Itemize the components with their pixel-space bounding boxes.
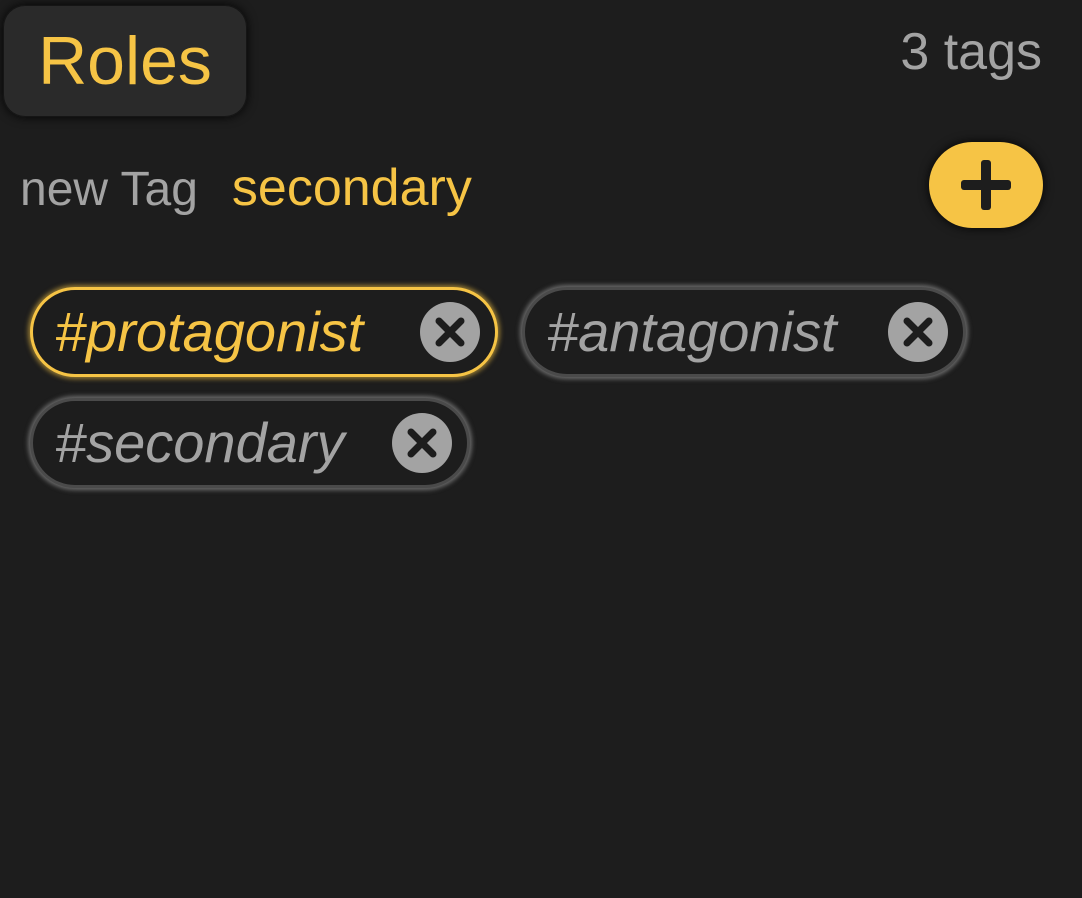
close-circle-icon[interactable] — [392, 413, 452, 473]
page-title: Roles — [38, 23, 212, 99]
plus-icon — [961, 160, 1011, 210]
new-tag-input[interactable] — [231, 158, 832, 218]
tag-chip-antagonist[interactable]: #antagonist — [522, 287, 966, 377]
tag-editor-panel: Roles 3 tags new Tag #protagonist #antag… — [0, 0, 1082, 898]
new-tag-row: new Tag — [20, 158, 832, 218]
tag-chip-label: #antagonist — [547, 300, 837, 363]
add-tag-button[interactable] — [929, 142, 1043, 228]
close-circle-icon[interactable] — [888, 302, 948, 362]
tag-chip-label: #protagonist — [55, 300, 364, 363]
tag-chip-protagonist[interactable]: #protagonist — [30, 287, 498, 377]
header: Roles 3 tags — [0, 0, 1082, 130]
tag-chip-secondary[interactable]: #secondary — [30, 398, 470, 488]
new-tag-label: new Tag — [20, 163, 198, 216]
tag-count: 3 tags — [900, 23, 1042, 81]
title-box: Roles — [3, 5, 247, 117]
close-circle-icon[interactable] — [420, 302, 480, 362]
tag-chip-label: #secondary — [55, 411, 345, 474]
